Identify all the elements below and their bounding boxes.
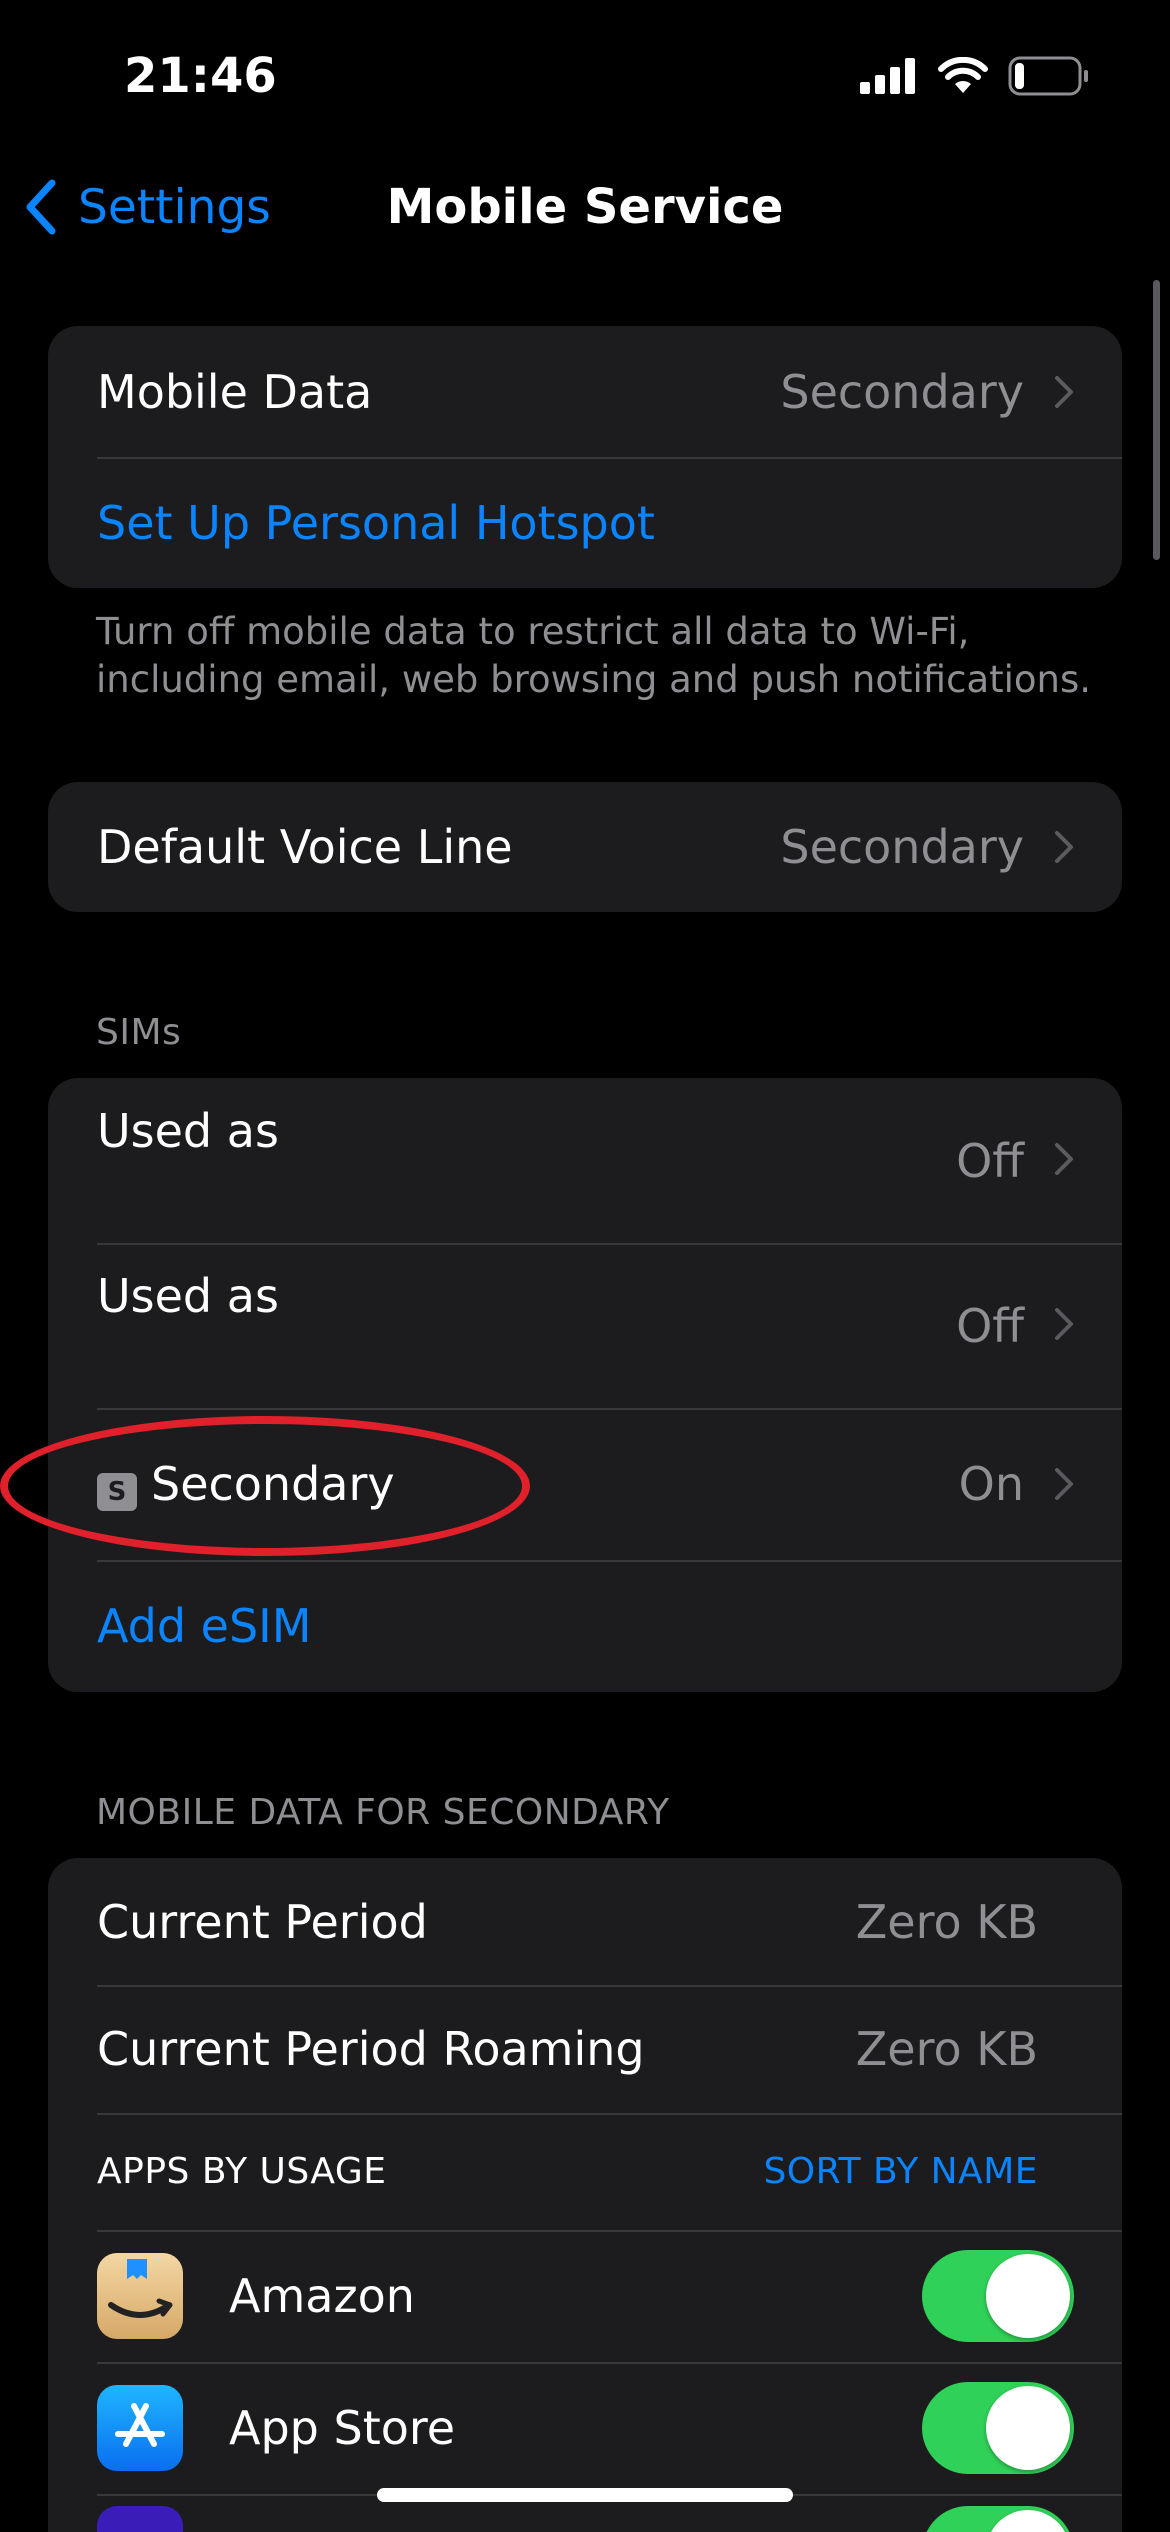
sim-row-label: Used as <box>97 1269 279 1323</box>
sim-row[interactable]: Used as Off <box>48 1243 1122 1408</box>
voice-line-label: Default Voice Line <box>97 820 513 874</box>
sims-group: Used as Off Used as Off S Secondary On Ad… <box>48 1078 1122 1692</box>
back-button-label: Settings <box>78 179 271 235</box>
mobile-data-group: Mobile Data Secondary Set Up Personal Ho… <box>48 326 1122 588</box>
chevron-right-icon <box>1055 1308 1073 1340</box>
roaming-label: Current Period Roaming <box>97 2022 645 2076</box>
add-esim-link[interactable]: Add eSIM <box>97 1599 1122 1653</box>
app-name: App Store <box>229 2401 456 2455</box>
sim-row-value: On <box>958 1457 1024 1511</box>
apps-by-usage-row: APPS BY USAGE SORT BY NAME <box>48 2113 1122 2230</box>
current-period-row: Current Period Zero KB <box>48 1858 1122 1985</box>
hotspot-row[interactable]: Set Up Personal Hotspot <box>48 457 1122 588</box>
app-row-app-store: App Store <box>48 2362 1122 2494</box>
voice-line-group: Default Voice Line Secondary <box>48 782 1122 912</box>
sim-row-label: Used as <box>97 1104 279 1158</box>
current-period-value: Zero KB <box>855 1894 1038 1949</box>
sim-row-value: Off <box>956 1299 1024 1353</box>
wifi-icon <box>938 56 988 99</box>
back-button[interactable]: Settings <box>24 172 271 242</box>
app-row-amazon: Amazon <box>48 2230 1122 2362</box>
usage-section-header: MOBILE DATA FOR SECONDARY <box>96 1792 670 1833</box>
app-data-toggle[interactable] <box>922 2506 1074 2532</box>
mobile-data-label: Mobile Data <box>97 364 373 419</box>
status-icons <box>860 56 1090 100</box>
signal-icon <box>860 58 918 98</box>
default-voice-line-row[interactable]: Default Voice Line Secondary <box>48 782 1122 912</box>
voice-line-value: Secondary <box>780 820 1024 874</box>
battery-icon <box>1008 56 1090 100</box>
usage-group: Current Period Zero KB Current Period Ro… <box>48 1858 1122 2532</box>
chevron-right-icon <box>1055 1143 1073 1175</box>
app-icon <box>97 2506 183 2532</box>
mobile-data-footnote: Turn off mobile data to restrict all dat… <box>96 610 1092 701</box>
apps-by-usage-header: APPS BY USAGE <box>97 2151 387 2192</box>
sims-section-header: SIMs <box>96 1012 182 1053</box>
app-name: Amazon <box>229 2269 415 2323</box>
chevron-right-icon <box>1055 1468 1073 1500</box>
app-store-icon <box>97 2385 183 2471</box>
hotspot-link[interactable]: Set Up Personal Hotspot <box>97 496 1122 550</box>
toggle-knob <box>986 2386 1070 2470</box>
status-time: 21:46 <box>124 48 277 104</box>
mobile-data-value: Secondary <box>780 364 1024 419</box>
chevron-right-icon <box>1055 375 1073 408</box>
sort-by-name-button[interactable]: SORT BY NAME <box>763 2151 1038 2192</box>
chevron-left-icon <box>26 179 56 235</box>
roaming-row: Current Period Roaming Zero KB <box>48 1985 1122 2113</box>
sim-row-secondary[interactable]: S Secondary On <box>48 1408 1122 1560</box>
mobile-data-row[interactable]: Mobile Data Secondary <box>48 326 1122 457</box>
sim-name: Secondary <box>151 1457 395 1511</box>
amazon-data-toggle[interactable] <box>922 2250 1074 2342</box>
sim-row-label: S Secondary <box>97 1457 959 1511</box>
sim-row[interactable]: Used as Off <box>48 1078 1122 1243</box>
roaming-value: Zero KB <box>855 2022 1038 2076</box>
home-indicator[interactable] <box>377 2488 793 2502</box>
app-store-data-toggle[interactable] <box>922 2382 1074 2474</box>
chevron-right-icon <box>1055 831 1073 863</box>
scroll-indicator[interactable] <box>1153 280 1160 560</box>
sim-badge: S <box>97 1473 137 1511</box>
amazon-icon <box>97 2253 183 2339</box>
current-period-label: Current Period <box>97 1894 428 1949</box>
toggle-knob <box>986 2510 1070 2532</box>
toggle-knob <box>986 2254 1070 2338</box>
add-esim-row[interactable]: Add eSIM <box>48 1560 1122 1692</box>
sim-row-value: Off <box>956 1134 1024 1188</box>
